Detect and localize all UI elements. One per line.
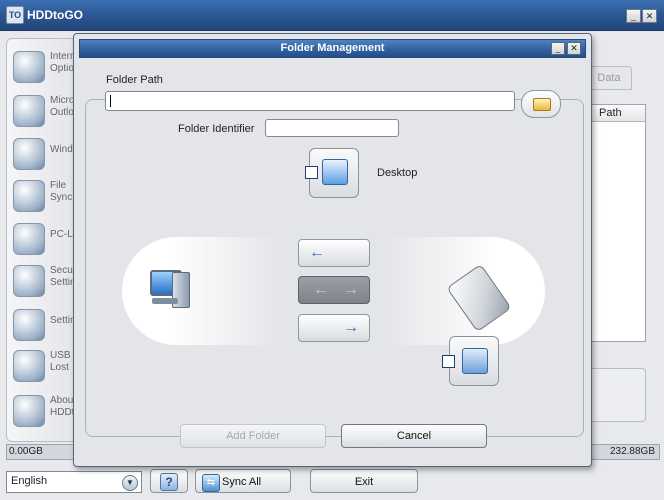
sidebar-item-windows[interactable]: Windo: [7, 132, 79, 172]
arrow-left-icon: ←: [309, 244, 325, 261]
close-button[interactable]: ✕: [642, 9, 657, 23]
path-column-header[interactable]: Path: [585, 105, 645, 122]
sync-all-button[interactable]: ⇆ Sync All: [195, 469, 291, 493]
chevron-down-icon[interactable]: ▼: [122, 475, 138, 491]
computer-icon: [146, 266, 196, 312]
folder-identifier-label: Folder Identifier: [178, 123, 255, 135]
sidebar-item-file-sync[interactable]: File Sync: [7, 174, 79, 214]
exit-button[interactable]: Exit: [310, 469, 418, 493]
folder-management-dialog: Folder Management _ ✕ Folder Path Folder…: [73, 33, 592, 467]
arrow-right-icon: →: [343, 319, 359, 336]
internet-icon: [13, 51, 45, 83]
minimize-button[interactable]: _: [626, 9, 641, 23]
sidebar-item-outlook[interactable]: Micro Outlo: [7, 89, 79, 129]
text-caret: [110, 95, 111, 107]
language-value: English: [11, 475, 48, 487]
sync-both-ways-button[interactable]: ←→: [298, 276, 370, 304]
main-title-bar: TO HDDtoGO _ ✕: [0, 0, 664, 31]
language-select[interactable]: English ▼: [6, 471, 142, 493]
arrow-both-icon: ←→: [313, 281, 373, 298]
dialog-title-bar: Folder Management _ ✕: [79, 39, 586, 58]
portable-folder-button[interactable]: [449, 336, 499, 386]
sidebar-item-pc-lock[interactable]: PC-L: [7, 217, 79, 257]
desktop-checkbox[interactable]: [305, 166, 318, 179]
tab-data[interactable]: Data: [586, 66, 632, 90]
portable-drive-icon: [446, 261, 514, 333]
path-column-label: Path: [599, 107, 622, 119]
sync-icon: ⇆: [202, 474, 220, 492]
add-folder-button[interactable]: Add Folder: [180, 424, 326, 448]
info-panel: [584, 368, 646, 422]
sync-all-label: Sync All: [222, 476, 262, 488]
sidebar-item-about[interactable]: Abou HDDt: [7, 389, 79, 429]
total-space: 232.88GB: [609, 446, 655, 457]
sidebar: Intern Optio Micro Outlo Windo File Sync…: [6, 38, 80, 442]
dialog-title: Folder Management: [280, 42, 385, 54]
help-button[interactable]: ?: [150, 469, 188, 493]
outlook-icon: [13, 95, 45, 127]
used-space: 0.00GB: [9, 446, 43, 457]
sidebar-item-usb-lost[interactable]: USB Lost: [7, 344, 79, 384]
sync-to-pc-button[interactable]: ←: [298, 239, 370, 267]
security-icon: [13, 265, 45, 297]
folder-list[interactable]: Path: [584, 104, 646, 342]
help-icon: ?: [160, 473, 178, 491]
sidebar-item-security[interactable]: Secu Settin: [7, 259, 79, 299]
app-icon: TO: [6, 6, 24, 24]
portable-checkbox[interactable]: [442, 355, 455, 368]
desktop-label: Desktop: [377, 167, 418, 179]
sync-to-drive-button[interactable]: →: [298, 314, 370, 342]
dialog-minimize-button[interactable]: _: [551, 42, 565, 55]
folder-path-input[interactable]: [105, 91, 515, 111]
folder-path-label: Folder Path: [106, 74, 163, 86]
pc-lock-icon: [13, 223, 45, 255]
dialog-close-button[interactable]: ✕: [567, 42, 581, 55]
windows-icon: [13, 138, 45, 170]
browse-folder-button[interactable]: [521, 90, 561, 118]
app-title: HDDtoGO: [27, 8, 83, 22]
settings-icon: [13, 309, 45, 341]
sidebar-item-internet-options[interactable]: Intern Optio: [7, 45, 79, 85]
folder-icon: [533, 98, 551, 111]
cancel-button[interactable]: Cancel: [341, 424, 487, 448]
sidebar-item-settings[interactable]: Settin: [7, 303, 79, 343]
folder-identifier-input[interactable]: [265, 119, 399, 137]
about-icon: [13, 395, 45, 427]
desktop-icon: [322, 159, 348, 185]
portable-folder-icon: [462, 348, 488, 374]
usb-lost-icon: [13, 350, 45, 382]
file-sync-icon: [13, 180, 45, 212]
